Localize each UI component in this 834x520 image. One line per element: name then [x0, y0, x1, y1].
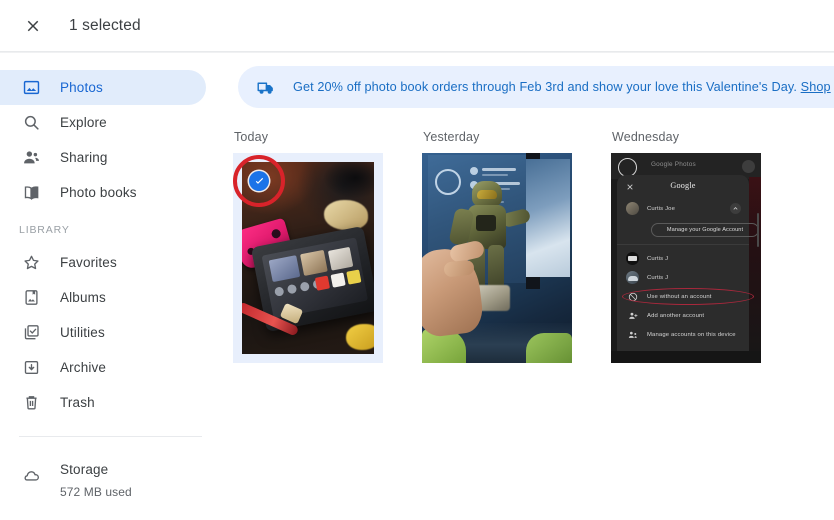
chevron-up-icon	[730, 203, 741, 214]
promo-shop-link[interactable]: Shop	[801, 80, 831, 94]
storage-label: Storage	[60, 462, 109, 477]
screenshot-menu-item: Curtis J	[617, 249, 749, 268]
account-avatar-icon	[626, 202, 639, 215]
sidebar-item-photos[interactable]: Photos	[0, 70, 206, 105]
star-icon	[18, 250, 44, 276]
account-avatar-icon	[626, 271, 639, 284]
group-date-label: Wednesday	[612, 130, 680, 144]
screenshot-menu-label: Curtis J	[647, 274, 669, 281]
photo-group-today: Today	[233, 130, 422, 363]
sidebar-item-label: Archive	[60, 360, 107, 375]
photo-artwork	[242, 162, 374, 354]
photo-icon	[18, 75, 44, 101]
promo-message: Get 20% off photo book orders through Fe…	[293, 80, 801, 94]
check-icon	[255, 177, 263, 184]
selection-count-label: 1 selected	[69, 16, 141, 34]
screenshot-menu-label: Add another account	[647, 312, 705, 319]
screenshot-menu-label: Curtis J	[647, 255, 669, 262]
photo-tile[interactable]	[422, 153, 572, 363]
sidebar-item-sharing[interactable]: Sharing	[0, 140, 206, 175]
sidebar-item-favorites[interactable]: Favorites	[0, 245, 206, 280]
people-icon	[18, 145, 44, 171]
screenshot-menu-item: Manage accounts on this device	[617, 325, 749, 344]
sidebar-item-label: Albums	[60, 290, 106, 305]
storage-text-block: Storage 572 MB used	[60, 461, 132, 501]
screenshot-menu-item-highlighted: Use without an account	[617, 287, 754, 306]
sidebar-item-utilities[interactable]: Utilities	[0, 315, 206, 350]
screenshot-manage-account-button: Manage your Google Account	[651, 223, 759, 237]
sidebar-divider	[19, 436, 202, 437]
screenshot-app-title: Google Photos	[651, 161, 696, 168]
library-section-label: LIBRARY	[19, 224, 70, 236]
photo-group-wednesday: Wednesday Google Photos Google Curtis Jo…	[611, 130, 800, 363]
screenshot-account-sheet: Google Curtis Joe Manage your Google Acc…	[617, 175, 759, 351]
sidebar-item-storage[interactable]: Storage 572 MB used	[0, 461, 228, 501]
trash-icon	[18, 390, 44, 416]
screenshot-account-name: Curtis Joe	[647, 205, 676, 212]
album-icon	[18, 285, 44, 311]
selection-top-bar: 1 selected	[0, 0, 834, 51]
sidebar-item-label: Trash	[60, 395, 95, 410]
screenshot-menu-item: Curtis J	[617, 268, 749, 287]
sidebar-item-label: Photos	[60, 80, 103, 95]
promo-banner[interactable]: Get 20% off photo book orders through Fe…	[238, 66, 834, 108]
group-date-label: Yesterday	[423, 130, 480, 144]
sidebar-item-photo-books[interactable]: Photo books	[0, 175, 206, 210]
sidebar-item-label: Utilities	[60, 325, 105, 340]
photo-artwork	[422, 153, 572, 363]
google-photos-window: 1 selected Photos Explore Sharing Photo …	[0, 0, 834, 520]
search-icon	[18, 110, 44, 136]
top-bar-divider	[0, 51, 834, 53]
photo-tile[interactable]: Google Photos Google Curtis Joe Manage y…	[611, 153, 761, 363]
delivery-truck-icon	[254, 76, 276, 98]
checked-stack-icon	[18, 320, 44, 346]
sidebar-item-label: Explore	[60, 115, 107, 130]
screenshot-menu-label: Manage accounts on this device	[647, 331, 736, 338]
sidebar-item-explore[interactable]: Explore	[0, 105, 206, 140]
archive-icon	[18, 355, 44, 381]
sidebar-item-label: Favorites	[60, 255, 117, 270]
close-selection-button[interactable]	[18, 11, 48, 41]
sidebar-item-label: Sharing	[60, 150, 108, 165]
screenshot-sheet-title: Google	[670, 181, 696, 190]
open-book-icon	[18, 180, 44, 206]
sidebar-item-label: Photo books	[60, 185, 137, 200]
photo-groups: Today Yesterday Wednesday Google Photos …	[228, 130, 834, 363]
sidebar-item-albums[interactable]: Albums	[0, 280, 206, 315]
close-icon	[27, 20, 39, 31]
screenshot-current-account-row: Curtis Joe	[617, 199, 749, 218]
screenshot-menu-item: Add another account	[617, 306, 749, 325]
photo-thumbnail-master-chief-figure[interactable]	[422, 153, 572, 363]
photo-grid-area: Get 20% off photo book orders through Fe…	[228, 58, 834, 520]
photo-group-yesterday: Yesterday	[422, 130, 611, 363]
sidebar-item-archive[interactable]: Archive	[0, 350, 206, 385]
cloud-icon	[18, 462, 44, 488]
photo-tile-selected[interactable]	[233, 153, 383, 363]
manage-accounts-icon	[626, 328, 639, 341]
photo-thumbnail-nintendo-switch[interactable]	[242, 162, 374, 354]
photo-thumbnail-account-switcher-screenshot[interactable]: Google Photos Google Curtis Joe Manage y…	[611, 153, 761, 363]
screenshot-menu-label: Use without an account	[647, 293, 712, 300]
person-add-icon	[626, 309, 639, 322]
screenshot-close-icon	[626, 183, 634, 191]
no-account-icon	[626, 290, 639, 303]
storage-used-label: 572 MB used	[60, 485, 132, 499]
sidebar-navigation: Photos Explore Sharing Photo books LIBRA…	[0, 58, 228, 520]
group-date-label: Today	[234, 130, 269, 144]
selection-checkmark-badge[interactable]	[249, 171, 269, 191]
promo-banner-text: Get 20% off photo book orders through Fe…	[293, 80, 831, 94]
account-avatar-icon	[626, 252, 639, 265]
sidebar-item-trash[interactable]: Trash	[0, 385, 206, 420]
photo-artwork: Google Photos Google Curtis Joe Manage y…	[611, 153, 761, 363]
